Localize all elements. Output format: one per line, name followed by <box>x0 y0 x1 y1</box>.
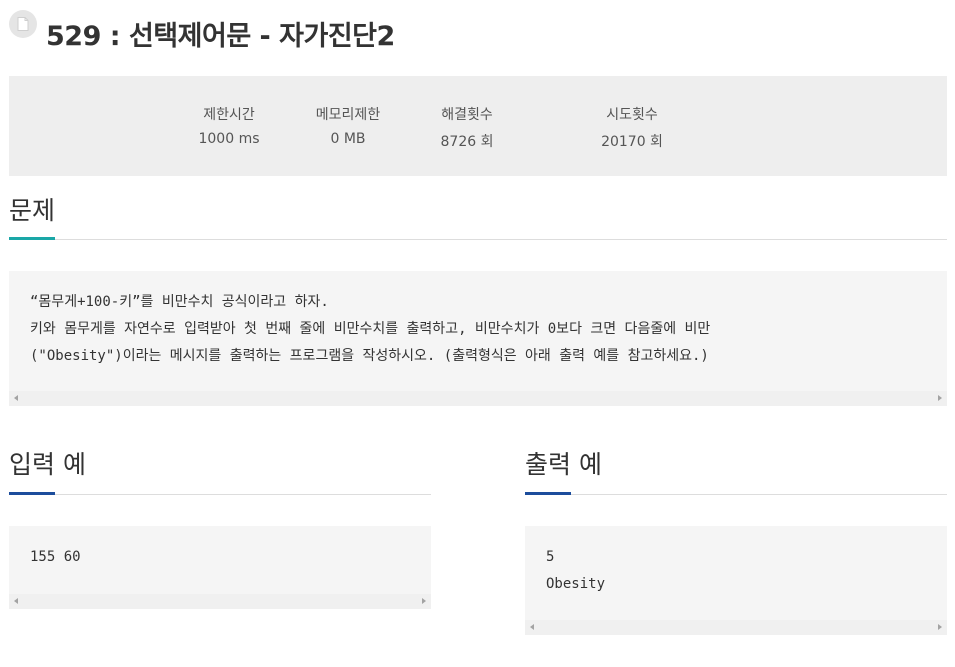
problem-heading: 문제 <box>9 196 56 225</box>
output-example-box: 5 Obesity <box>525 526 947 635</box>
scroll-left-icon[interactable] <box>530 624 534 630</box>
problem-horizontal-scrollbar[interactable] <box>9 391 947 406</box>
title-row: 529 : 선택제어문 - 자가진단2 <box>9 8 395 58</box>
page-title: 529 : 선택제어문 - 자가진단2 <box>46 20 395 52</box>
scroll-right-icon[interactable] <box>938 624 942 630</box>
stat-value: 8726 회 <box>440 134 494 150</box>
stat-label: 해결횟수 <box>441 107 493 123</box>
problem-description: “몸무게+100-키”를 비만수치 공식이라고 하자. 키와 몸무게를 자연수로… <box>30 289 710 370</box>
stat-label: 제한시간 <box>203 107 255 123</box>
output-example-heading: 출력 예 <box>525 450 602 479</box>
input-horizontal-scrollbar[interactable] <box>9 594 431 609</box>
input-example-heading: 입력 예 <box>9 450 86 479</box>
stat-value: 20170 회 <box>601 134 663 150</box>
problem-description-box: “몸무게+100-키”를 비만수치 공식이라고 하자. 키와 몸무게를 자연수로… <box>9 271 947 406</box>
stat-value: 0 MB <box>330 131 366 147</box>
problem-line: ("Obesity")이라는 메시지를 출력하는 프로그램을 작성하시오. (출… <box>30 348 709 364</box>
stat-attempt-count: 시도횟수 20170 회 <box>572 104 692 151</box>
input-example-box: 155 60 <box>9 526 431 609</box>
output-horizontal-scrollbar[interactable] <box>525 620 947 635</box>
stat-label: 시도횟수 <box>606 107 658 123</box>
output-example-divider <box>525 494 947 495</box>
input-example-text: 155 60 <box>30 549 81 565</box>
stat-label: 메모리제한 <box>315 107 381 123</box>
stat-solved-count: 해결횟수 8726 회 <box>407 104 527 151</box>
stats-panel: 제한시간 1000 ms 메모리제한 0 MB 해결횟수 8726 회 시도횟수… <box>9 76 947 176</box>
problem-divider <box>9 239 947 240</box>
input-example-divider <box>9 494 431 495</box>
output-example-accent-bar <box>525 492 571 495</box>
stat-memory-limit: 메모리제한 0 MB <box>288 104 408 147</box>
scroll-right-icon[interactable] <box>422 598 426 604</box>
scroll-left-icon[interactable] <box>14 598 18 604</box>
input-example-accent-bar <box>9 492 55 495</box>
problem-line: “몸무게+100-키”를 비만수치 공식이라고 하자. <box>30 294 329 310</box>
problem-line: 키와 몸무게를 자연수로 입력받아 첫 번째 줄에 비만수치를 출력하고, 비만… <box>30 321 711 337</box>
scroll-right-icon[interactable] <box>938 395 942 401</box>
scroll-left-icon[interactable] <box>14 395 18 401</box>
document-icon <box>9 10 37 38</box>
problem-accent-bar <box>9 237 55 240</box>
stat-time-limit: 제한시간 1000 ms <box>169 104 289 147</box>
problem-page: 529 : 선택제어문 - 자가진단2 제한시간 1000 ms 메모리제한 0… <box>0 0 955 667</box>
stat-value: 1000 ms <box>198 131 260 147</box>
output-example-text: 5 Obesity <box>546 549 606 592</box>
